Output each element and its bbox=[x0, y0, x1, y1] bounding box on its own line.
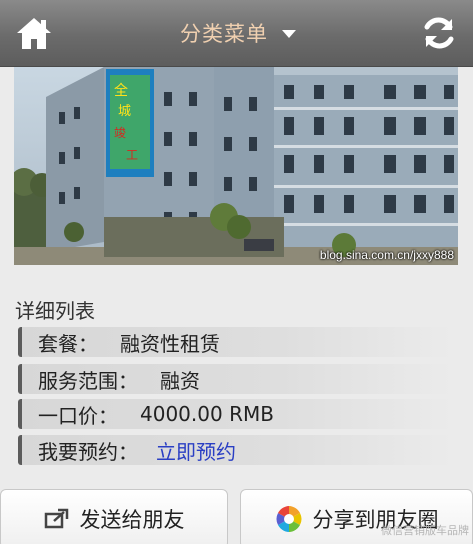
details-title: 详细列表 bbox=[15, 299, 95, 323]
home-icon bbox=[17, 18, 51, 49]
detail-row-package: 套餐： 融资性租赁 bbox=[18, 327, 452, 357]
photo-watermark: blog.sina.com.cn/jxxy888 bbox=[319, 248, 454, 262]
home-button[interactable] bbox=[14, 14, 54, 52]
svg-text:竣: 竣 bbox=[114, 125, 126, 140]
svg-text:全: 全 bbox=[114, 82, 128, 99]
category-menu-dropdown[interactable]: 分类菜单 bbox=[180, 18, 296, 48]
detail-row-booking: 我要预约： 立即预约 bbox=[18, 435, 452, 465]
svg-text:城: 城 bbox=[118, 104, 131, 119]
moments-aperture-icon bbox=[275, 506, 302, 532]
detail-label: 服务范围： bbox=[38, 368, 138, 393]
detail-row-price: 一口价： 4000.00 RMB bbox=[18, 399, 452, 429]
detail-value: 融资性租赁 bbox=[120, 331, 220, 356]
corner-watermark: 微信营销版车品牌 bbox=[381, 524, 469, 537]
share-arrow-icon bbox=[44, 508, 68, 529]
detail-label: 我要预约： bbox=[38, 439, 138, 464]
refresh-icon bbox=[424, 17, 454, 49]
app-screen: 分类菜单 全 城 竣 工 blog.sina.com.cn/jxxy888 详细… bbox=[0, 0, 473, 544]
building-photo-image: 全 城 竣 工 bbox=[14, 67, 458, 265]
send-to-friend-label: 发送给朋友 bbox=[79, 508, 185, 532]
detail-label: 一口价： bbox=[38, 403, 118, 428]
svg-text:工: 工 bbox=[126, 148, 138, 162]
chevron-down-icon bbox=[282, 30, 296, 38]
detail-value: 融资 bbox=[160, 368, 200, 393]
top-bar: 分类菜单 bbox=[0, 0, 473, 67]
detail-label: 套餐： bbox=[38, 331, 98, 356]
book-now-link[interactable]: 立即预约 bbox=[156, 436, 236, 465]
send-to-friend-button[interactable]: 发送给朋友 bbox=[0, 489, 228, 544]
detail-value: 4000.00 RMB bbox=[140, 402, 274, 426]
refresh-button[interactable] bbox=[419, 13, 459, 53]
menu-title: 分类菜单 bbox=[180, 22, 268, 46]
product-photo: 全 城 竣 工 blog.sina.com.cn/jxxy888 bbox=[14, 67, 458, 265]
detail-row-scope: 服务范围： 融资 bbox=[18, 364, 452, 394]
